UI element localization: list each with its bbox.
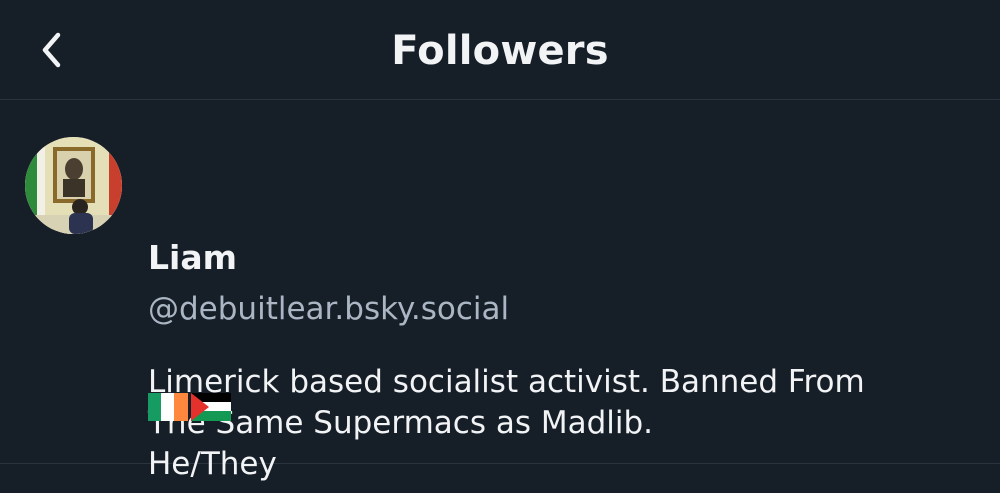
follower-bio: Limerick based socialist activist. Banne… <box>148 362 968 485</box>
ireland-flag-icon <box>148 393 188 421</box>
bio-line: The Same Supermacs as Madlib. <box>148 405 654 441</box>
palestine-flag-icon <box>191 393 231 421</box>
avatar[interactable] <box>25 137 122 234</box>
top-bar: Followers <box>0 0 1000 100</box>
avatar-image <box>25 137 122 234</box>
follower-name: Liam <box>148 238 237 277</box>
page-title: Followers <box>391 28 609 74</box>
bio-line: Limerick based socialist activist. Banne… <box>148 364 865 400</box>
bio-flags <box>148 393 231 423</box>
bio-line: He/They <box>148 446 277 482</box>
follower-handle: @debuitlear.bsky.social <box>148 291 510 327</box>
